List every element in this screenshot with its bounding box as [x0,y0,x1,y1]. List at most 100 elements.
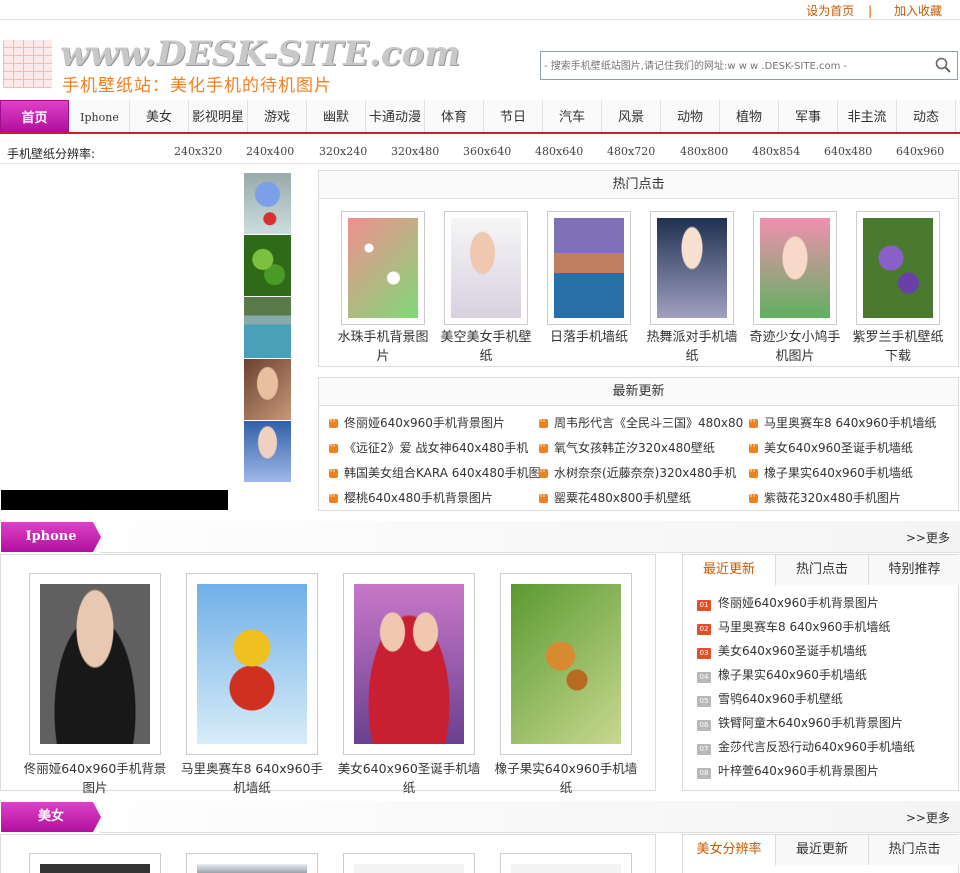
site-logo[interactable]: www.DESK-SITE.com [60,34,460,74]
nav-sports[interactable]: 体育 [425,100,484,132]
list-item[interactable]: 《远征2》爱 战女神640x480手机 [329,439,528,456]
tab-hot-clicks[interactable]: 热门点击 [869,835,960,865]
nav-beauty[interactable]: 美女 [130,100,189,132]
resolution-link[interactable]: 320x240 [319,145,367,158]
wallpaper-thumb[interactable] [554,218,624,318]
iphone-section-tag[interactable]: Iphone [1,522,101,552]
thumb-girl[interactable] [244,359,291,420]
resolution-link[interactable]: 640x480 [824,145,872,158]
list-item[interactable]: 韩国美女组合KARA 640x480手机图 [329,464,541,481]
list-item[interactable]: 马里奥赛车8 640x960手机墙纸 [749,414,936,431]
nav-animals[interactable]: 动物 [661,100,720,132]
hot-item-caption[interactable]: 下载 [848,347,948,366]
gallery-item[interactable]: 佟丽娅640x960手机背景 图片 [20,573,170,797]
ranking-item[interactable]: 01 佟丽娅640x960手机背景图片 [697,594,879,611]
gallery-item-caption[interactable]: 机墙纸 [177,778,327,797]
nav-home[interactable]: 首页 [0,100,69,132]
resolution-link[interactable]: 240x320 [174,145,222,158]
nav-movie-stars[interactable]: 影视明星 [189,100,248,132]
resolution-link[interactable]: 240x400 [246,145,294,158]
bookmark-link[interactable]: 加入收藏 [894,4,942,18]
wallpaper-thumb[interactable] [657,218,727,318]
wallpaper-thumb[interactable] [354,584,464,744]
hot-item-caption[interactable]: 水珠手机背景图 [333,328,433,347]
wallpaper-thumb[interactable] [40,864,150,873]
wallpaper-thumb[interactable] [451,218,521,318]
resolution-link[interactable]: 640x960 [896,145,944,158]
nav-holidays[interactable]: 节日 [484,100,543,132]
gallery-item[interactable] [177,853,327,873]
ranking-item[interactable]: 07 金莎代言反恐行动640x960手机墙纸 [697,738,915,755]
list-item[interactable]: 周韦彤代言《全民斗三国》480x80 [539,414,743,431]
tab-recent-updates[interactable]: 最近更新 [683,555,776,586]
hot-item-caption[interactable]: 美空美女手机壁 [436,328,536,347]
ranking-item[interactable]: 03 美女640x960圣诞手机墙纸 [697,642,867,659]
list-item[interactable]: 佟丽娅640x960手机背景图片 [329,414,505,431]
resolution-link[interactable]: 480x640 [535,145,583,158]
hot-item[interactable]: 日落手机墙纸 [539,211,639,347]
gallery-item-caption[interactable]: 美女640x960圣诞手机墙 [334,759,484,778]
gallery-item[interactable]: 马里奥赛车8 640x960手 机墙纸 [177,573,327,797]
gallery-item[interactable] [334,853,484,873]
gallery-item-caption[interactable]: 纸 [334,778,484,797]
wallpaper-thumb[interactable] [511,864,621,873]
resolution-link[interactable]: 360x640 [463,145,511,158]
wallpaper-thumb[interactable] [354,864,464,873]
nav-games[interactable]: 游戏 [248,100,307,132]
wallpaper-thumb[interactable] [348,218,418,318]
hot-item-caption[interactable]: 奇迹少女小鸠手 [745,328,845,347]
list-item[interactable]: 橡子果实640x960手机墙纸 [749,464,913,481]
hot-item-caption[interactable]: 纸 [436,347,536,366]
set-home-link[interactable]: 设为首页 [806,4,854,18]
hot-item[interactable]: 奇迹少女小鸠手 机图片 [745,211,845,366]
nav-humor[interactable]: 幽默 [307,100,366,132]
wallpaper-thumb[interactable] [760,218,830,318]
nav-scenery[interactable]: 风景 [602,100,661,132]
wallpaper-thumb[interactable] [197,584,307,744]
hot-item[interactable]: 水珠手机背景图片 [333,211,433,366]
resolution-link[interactable]: 480x800 [680,145,728,158]
thumb-anime[interactable] [244,421,291,482]
tab-special-recommend[interactable]: 特别推荐 [869,555,960,585]
list-item[interactable]: 美女640x960圣诞手机墙纸 [749,439,913,456]
thumb-heart[interactable] [244,173,291,234]
resolution-link[interactable]: 480x720 [607,145,655,158]
list-item[interactable]: 紫薇花320x480手机图片 [749,489,901,506]
gallery-item-caption[interactable]: 图片 [20,778,170,797]
ranking-item[interactable]: 08 叶梓萱640x960手机背景图片 [697,762,879,779]
hot-item[interactable]: 热舞派对手机墙纸 [642,211,742,366]
hot-item-caption[interactable]: 纸 [642,347,742,366]
ranking-item[interactable]: 05 雪鸮640x960手机壁纸 [697,690,843,707]
ranking-item[interactable]: 06 铁臂阿童木640x960手机背景图片 [697,714,903,731]
logo-brick-icon[interactable] [3,40,52,88]
gallery-item[interactable] [20,853,170,873]
nav-plants[interactable]: 植物 [720,100,779,132]
tab-recent-updates[interactable]: 最近更新 [776,835,869,865]
thumb-lake[interactable] [244,297,291,358]
beauty-more-link[interactable]: >>更多 [906,809,950,826]
gallery-item-caption[interactable]: 佟丽娅640x960手机背景 [20,759,170,778]
beauty-section-tag[interactable]: 美女 [1,802,101,832]
gallery-item[interactable] [491,853,641,873]
resolution-link[interactable]: 480x854 [752,145,800,158]
gallery-item-caption[interactable]: 马里奥赛车8 640x960手 [177,759,327,778]
tab-hot-clicks[interactable]: 热门点击 [776,555,869,585]
gallery-item-caption[interactable]: 纸 [491,778,641,797]
nav-animated[interactable]: 动态 [897,100,956,132]
ranking-item[interactable]: 04 橡子果实640x960手机墙纸 [697,666,867,683]
wallpaper-thumb[interactable] [863,218,933,318]
hot-item-caption[interactable]: 热舞派对手机墙 [642,328,742,347]
hot-item-caption[interactable]: 机图片 [745,347,845,366]
gallery-item-caption[interactable]: 橡子果实640x960手机墙 [491,759,641,778]
search-input[interactable] [544,55,924,77]
hot-item-caption[interactable]: 日落手机墙纸 [539,328,639,347]
hot-item-caption[interactable]: 片 [333,347,433,366]
gallery-item[interactable]: 美女640x960圣诞手机墙纸 [334,573,484,797]
resolution-link[interactable]: 320x480 [391,145,439,158]
thumb-clover[interactable] [244,235,291,296]
hot-item[interactable]: 紫罗兰手机壁纸 下载 [848,211,948,366]
hot-item[interactable]: 美空美女手机壁纸 [436,211,536,366]
tab-beauty-resolution[interactable]: 美女分辨率 [683,835,776,866]
search-icon[interactable] [935,57,951,73]
wallpaper-thumb[interactable] [511,584,621,744]
